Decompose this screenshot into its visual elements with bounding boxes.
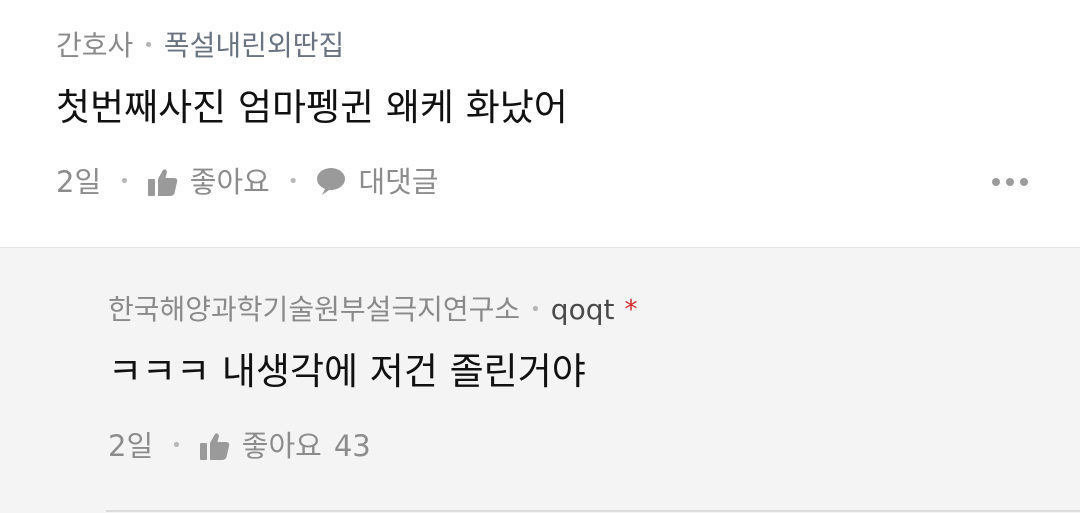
comment-community[interactable]: 폭설내린외딴집 [164,26,344,66]
reply-actions: 2일 • 좋아요 43 [108,426,637,466]
separator-dot: • [530,299,541,320]
separator-dot: • [171,435,182,456]
more-options-button[interactable] [992,178,1028,186]
reply-like-button[interactable]: 좋아요 43 [199,426,371,466]
reply-label: 대댓글 [358,165,439,199]
divider [106,510,1080,512]
reply-username[interactable]: qoqt [551,290,615,330]
speech-bubble-icon [316,168,346,196]
comment-time: 2일 [56,165,102,199]
thumbs-up-icon [147,168,178,196]
comment-author[interactable]: 간호사 [56,26,133,66]
more-horizontal-icon [992,178,1000,186]
separator-dot: • [143,35,154,56]
separator-dot: • [119,171,130,192]
reply-time: 2일 [108,429,154,463]
like-label: 좋아요 [241,429,322,463]
separator-dot: • [287,171,299,192]
comment-text: 첫번째사진 엄마펭귄 왜케 화났어 [56,86,568,129]
thumbs-up-icon [199,432,230,460]
comment-meta: 간호사 • 폭설내린외딴집 [56,26,1080,66]
like-label: 좋아요 [189,165,270,199]
reply-button[interactable]: 대댓글 [316,162,438,202]
comment-item: 간호사 • 폭설내린외딴집 첫번째사진 엄마펭귄 왜케 화났어 2일 • 좋아요… [0,0,1080,248]
like-button[interactable]: 좋아요 [147,162,270,202]
reply-item: 한국해양과학기술원부설극지연구소 • qoqt * ㅋㅋㅋ 내생각에 저건 졸린… [0,248,1080,513]
reply-author[interactable]: 한국해양과학기술원부설극지연구소 [108,290,520,330]
author-badge: * [624,295,638,325]
reply-meta: 한국해양과학기술원부설극지연구소 • qoqt * [108,290,637,330]
like-count: 43 [333,429,371,463]
comment-actions: 2일 • 좋아요 • 대댓글 [56,162,1080,202]
reply-text: ㅋㅋㅋ 내생각에 저건 졸린거야 [108,350,586,393]
